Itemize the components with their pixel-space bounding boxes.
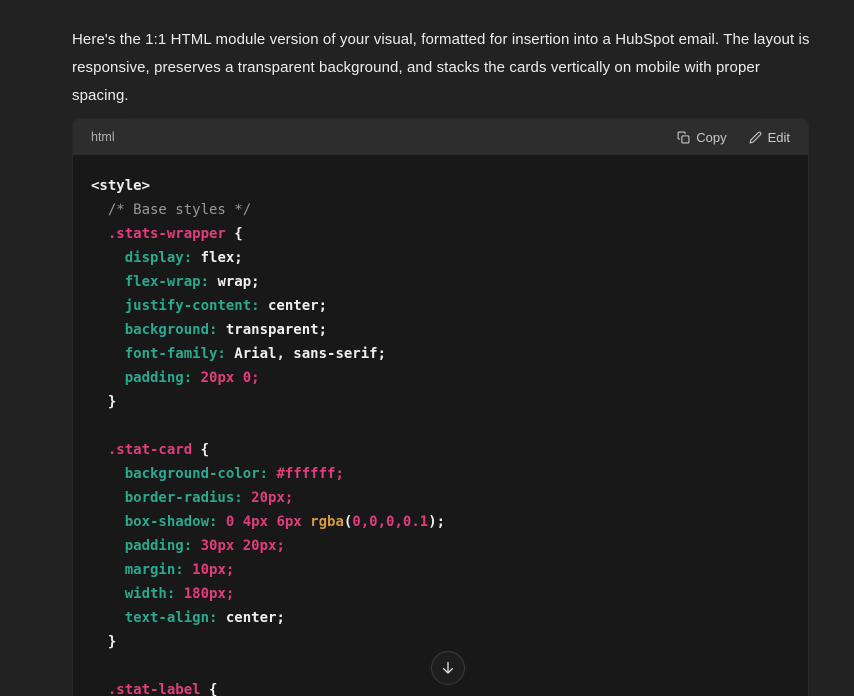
- code-token: text-align:: [125, 610, 218, 626]
- code-token: {: [192, 442, 209, 458]
- code-token: [192, 370, 200, 386]
- code-line: [91, 414, 808, 438]
- code-token: [91, 442, 108, 458]
- code-token: background:: [125, 322, 218, 338]
- code-line: <style>: [91, 174, 808, 198]
- code-token: transparent;: [217, 322, 327, 338]
- code-line: }: [91, 390, 808, 414]
- edit-button[interactable]: Edit: [747, 126, 792, 149]
- code-token: 30px 20px;: [201, 538, 285, 554]
- code-line: padding: 30px 20px;: [91, 534, 808, 558]
- code-token: [91, 250, 125, 266]
- code-block: html Copy Edit <st: [72, 118, 809, 696]
- code-line: border-radius: 20px;: [91, 486, 808, 510]
- code-token: [192, 538, 200, 554]
- code-token: .stats-wrapper: [108, 226, 226, 242]
- code-token: width:: [125, 586, 176, 602]
- code-line: box-shadow: 0 4px 6px rgba(0,0,0,0.1);: [91, 510, 808, 534]
- code-token: [243, 490, 251, 506]
- code-token: [217, 514, 225, 530]
- code-token: [91, 202, 108, 218]
- code-content[interactable]: <style> /* Base styles */ .stats-wrapper…: [73, 155, 808, 696]
- code-token: [91, 322, 125, 338]
- edit-button-label: Edit: [768, 130, 790, 145]
- code-token: center;: [217, 610, 284, 626]
- code-token: }: [91, 394, 116, 410]
- code-line: justify-content: center;: [91, 294, 808, 318]
- code-line: flex-wrap: wrap;: [91, 270, 808, 294]
- code-token: 180px;: [184, 586, 235, 602]
- code-token: 0,0,0,0.1: [352, 514, 428, 530]
- code-line: display: flex;: [91, 246, 808, 270]
- code-token: margin:: [125, 562, 184, 578]
- code-token: border-radius:: [125, 490, 243, 506]
- code-token: [91, 346, 125, 362]
- code-token: [91, 274, 125, 290]
- code-token: rgba: [310, 514, 344, 530]
- code-token: background-color:: [125, 466, 268, 482]
- copy-icon: [677, 131, 690, 144]
- code-token: .stat-label: [108, 682, 201, 696]
- code-token: 20px 0;: [201, 370, 260, 386]
- code-token: [91, 490, 125, 506]
- code-line: background: transparent;: [91, 318, 808, 342]
- code-line: background-color: #ffffff;: [91, 462, 808, 486]
- code-token: {: [201, 682, 218, 696]
- code-token: display:: [125, 250, 192, 266]
- code-token: /* Base styles */: [108, 202, 251, 218]
- code-token: justify-content:: [125, 298, 260, 314]
- arrow-down-icon: [440, 660, 456, 676]
- code-token: [91, 682, 108, 696]
- code-token: );: [428, 514, 445, 530]
- code-token: flex;: [192, 250, 243, 266]
- code-token: padding:: [125, 538, 192, 554]
- code-token: [91, 226, 108, 242]
- code-line: /* Base styles */: [91, 198, 808, 222]
- code-line: text-align: center;: [91, 606, 808, 630]
- code-token: [91, 562, 125, 578]
- code-token: [91, 370, 125, 386]
- code-token: center;: [260, 298, 327, 314]
- code-token: wrap;: [209, 274, 260, 290]
- code-token: #ffffff;: [276, 466, 343, 482]
- code-token: }: [91, 634, 116, 650]
- code-token: [91, 466, 125, 482]
- code-token: [91, 586, 125, 602]
- code-line: width: 180px;: [91, 582, 808, 606]
- code-token: [91, 610, 125, 626]
- chat-page: Here's the 1:1 HTML module version of yo…: [0, 0, 854, 696]
- code-token: [91, 538, 125, 554]
- code-token: .stat-card: [108, 442, 192, 458]
- code-token: 10px;: [192, 562, 234, 578]
- code-token: Arial, sans-serif;: [226, 346, 386, 362]
- code-token: [91, 298, 125, 314]
- code-token: [184, 562, 192, 578]
- assistant-message-text: Here's the 1:1 HTML module version of yo…: [72, 26, 810, 110]
- code-token: font-family:: [125, 346, 226, 362]
- code-line: margin: 10px;: [91, 558, 808, 582]
- code-token: [175, 586, 183, 602]
- code-token: flex-wrap:: [125, 274, 209, 290]
- copy-button[interactable]: Copy: [675, 126, 728, 149]
- code-line: .stat-card {: [91, 438, 808, 462]
- code-language-label: html: [91, 130, 115, 144]
- code-token: 0 4px 6px: [226, 514, 310, 530]
- code-token: 20px;: [251, 490, 293, 506]
- code-line: padding: 20px 0;: [91, 366, 808, 390]
- code-token: <style>: [91, 178, 150, 194]
- code-token: padding:: [125, 370, 192, 386]
- copy-button-label: Copy: [696, 130, 726, 145]
- code-token: box-shadow:: [125, 514, 218, 530]
- code-block-header: html Copy Edit: [73, 119, 808, 155]
- code-line: font-family: Arial, sans-serif;: [91, 342, 808, 366]
- code-token: [91, 514, 125, 530]
- edit-pencil-icon: [749, 131, 762, 144]
- code-line: .stats-wrapper {: [91, 222, 808, 246]
- code-token: {: [226, 226, 243, 242]
- scroll-to-bottom-button[interactable]: [431, 651, 465, 685]
